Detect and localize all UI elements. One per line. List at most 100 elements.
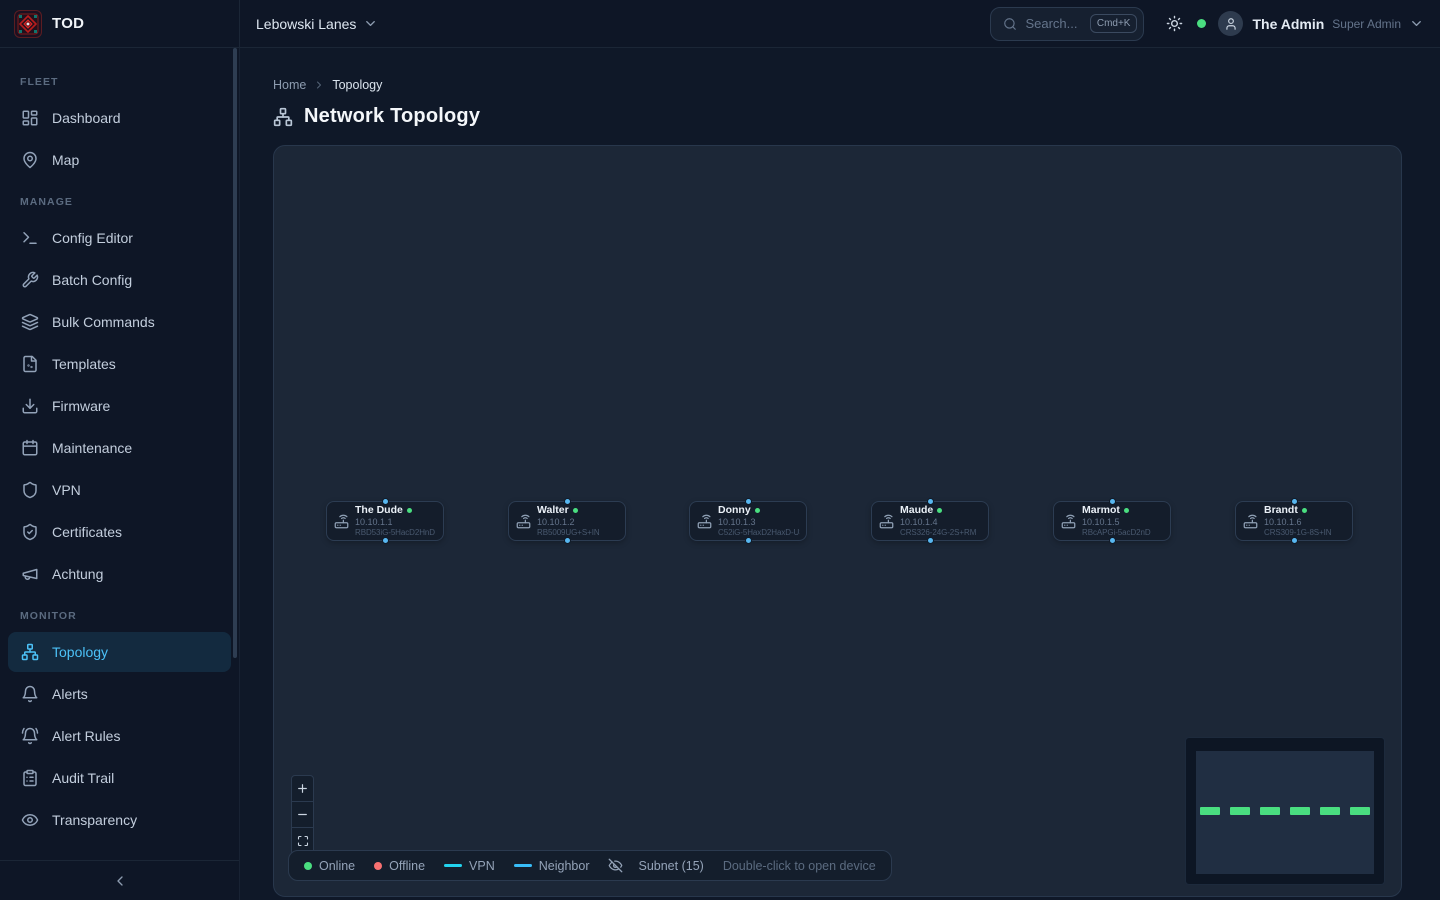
- connection-handle-top[interactable]: [382, 498, 389, 505]
- legend-vpn: VPN: [444, 859, 495, 873]
- sidebar-item-batch-config[interactable]: Batch Config: [8, 260, 231, 300]
- subnet-visibility-toggle[interactable]: [608, 858, 623, 873]
- legend-offline-label: Offline: [389, 859, 425, 873]
- chevron-left-icon: [112, 873, 128, 889]
- minus-icon: [296, 808, 309, 821]
- minimap-node: [1260, 807, 1280, 815]
- search-input[interactable]: [1025, 16, 1081, 31]
- sidebar-item-achtung[interactable]: Achtung: [8, 554, 231, 594]
- connection-handle-top[interactable]: [564, 498, 571, 505]
- sidebar-item-label: Maintenance: [52, 440, 132, 456]
- device-name: Marmot: [1082, 504, 1120, 517]
- org-switcher[interactable]: Lebowski Lanes: [256, 16, 378, 32]
- sidebar-item-topology[interactable]: Topology: [8, 632, 231, 672]
- legend-neighbor: Neighbor: [514, 859, 590, 873]
- topology-canvas[interactable]: The Dude 10.10.1.1 RBD53iG-5HacD2HnD Wal…: [273, 145, 1402, 897]
- device-node-donny[interactable]: Donny 10.10.1.3 C52iG-5HaxD2HaxD-US: [689, 501, 807, 541]
- neighbor-line-swatch: [514, 864, 532, 867]
- sidebar-item-vpn[interactable]: VPN: [8, 470, 231, 510]
- sidebar-item-label: Dashboard: [52, 110, 121, 126]
- sidebar-item-label: Alert Rules: [52, 728, 120, 744]
- connection-handle-bottom[interactable]: [1109, 537, 1116, 544]
- dashboard-icon: [21, 109, 39, 127]
- connection-handle-bottom[interactable]: [1291, 537, 1298, 544]
- connection-handle-top[interactable]: [1109, 498, 1116, 505]
- status-online-dot: [1302, 508, 1307, 513]
- minimap-node: [1230, 807, 1250, 815]
- search-icon: [1003, 17, 1017, 31]
- legend-hint: Double-click to open device: [723, 859, 876, 873]
- sidebar-item-map[interactable]: Map: [8, 140, 231, 180]
- sidebar-item-label: Alerts: [52, 686, 88, 702]
- sidebar-item-bulk-commands[interactable]: Bulk Commands: [8, 302, 231, 342]
- device-ip: 10.10.1.1: [355, 517, 435, 528]
- connection-handle-bottom[interactable]: [927, 537, 934, 544]
- zoom-in-button[interactable]: [292, 776, 313, 802]
- breadcrumb-home-link[interactable]: Home: [273, 78, 306, 92]
- sidebar-item-certificates[interactable]: Certificates: [8, 512, 231, 552]
- plus-icon: [296, 782, 309, 795]
- theme-toggle-button[interactable]: [1162, 11, 1187, 36]
- connection-handle-bottom[interactable]: [382, 537, 389, 544]
- user-menu[interactable]: The Admin Super Admin: [1218, 11, 1440, 36]
- zoom-out-button[interactable]: [292, 802, 313, 828]
- sidebar-item-label: Certificates: [52, 524, 122, 540]
- device-ip: 10.10.1.5: [1082, 517, 1151, 528]
- device-node-marmot[interactable]: Marmot 10.10.1.5 RBcAPGi-5acD2nD: [1053, 501, 1171, 541]
- minimap-node: [1200, 807, 1220, 815]
- sidebar-item-firmware[interactable]: Firmware: [8, 386, 231, 426]
- connection-handle-top[interactable]: [745, 498, 752, 505]
- maximize-icon: [297, 835, 309, 847]
- device-model: CRS326-24G-2S+RM: [900, 528, 976, 538]
- sidebar-item-label: Transparency: [52, 812, 137, 828]
- sidebar-scrollbar[interactable]: [233, 48, 237, 658]
- rug-logo-icon: [14, 10, 42, 38]
- legend-subnet: Subnet (15): [608, 858, 703, 873]
- offline-dot: [374, 862, 382, 870]
- sidebar-item-audit-trail[interactable]: Audit Trail: [8, 758, 231, 798]
- topology-icon: [273, 107, 293, 127]
- device-ip: 10.10.1.6: [1264, 517, 1332, 528]
- user-name: The Admin: [1252, 16, 1324, 32]
- search-box[interactable]: Cmd+K: [990, 7, 1144, 41]
- sidebar-item-alert-rules[interactable]: Alert Rules: [8, 716, 231, 756]
- device-model: CRS309-1G-8S+IN: [1264, 528, 1332, 538]
- sidebar-collapse-button[interactable]: [0, 860, 239, 900]
- device-node-walter[interactable]: Walter 10.10.1.2 RB5009UG+S+IN: [508, 501, 626, 541]
- sidebar-item-alerts[interactable]: Alerts: [8, 674, 231, 714]
- device-node-brandt[interactable]: Brandt 10.10.1.6 CRS309-1G-8S+IN: [1235, 501, 1353, 541]
- canvas-controls: [291, 775, 314, 855]
- connection-handle-top[interactable]: [1291, 498, 1298, 505]
- device-name: Maude: [900, 504, 933, 517]
- connection-handle-bottom[interactable]: [745, 537, 752, 544]
- sidebar-item-config-editor[interactable]: Config Editor: [8, 218, 231, 258]
- sidebar-item-templates[interactable]: Templates: [8, 344, 231, 384]
- eye-icon: [21, 811, 39, 829]
- sidebar-item-maintenance[interactable]: Maintenance: [8, 428, 231, 468]
- device-node-the-dude[interactable]: The Dude 10.10.1.1 RBD53iG-5HacD2HnD: [326, 501, 444, 541]
- megaphone-icon: [21, 565, 39, 583]
- device-node-maude[interactable]: Maude 10.10.1.4 CRS326-24G-2S+RM: [871, 501, 989, 541]
- user-icon: [1224, 17, 1238, 31]
- minimap-nodes: [1196, 807, 1374, 815]
- connection-handle-bottom[interactable]: [564, 537, 571, 544]
- minimap[interactable]: [1186, 738, 1384, 884]
- legend-neighbor-label: Neighbor: [539, 859, 590, 873]
- connection-handle-top[interactable]: [927, 498, 934, 505]
- topbar: TOD Lebowski Lanes Cmd+K The Admin Super…: [0, 0, 1440, 48]
- minimap-node: [1290, 807, 1310, 815]
- legend-subnet-label: Subnet (15): [638, 859, 703, 873]
- bell-ring-icon: [21, 727, 39, 745]
- sidebar-item-label: Topology: [52, 644, 108, 660]
- clipboard-icon: [21, 769, 39, 787]
- sidebar-item-label: Config Editor: [52, 230, 133, 246]
- section-label-monitor: MONITOR: [0, 596, 239, 630]
- router-icon: [1243, 514, 1258, 529]
- sidebar-item-dashboard[interactable]: Dashboard: [8, 98, 231, 138]
- device-name: The Dude: [355, 504, 403, 517]
- shield-icon: [21, 481, 39, 499]
- page-title: Network Topology: [304, 105, 480, 128]
- router-icon: [334, 514, 349, 529]
- sidebar-item-transparency[interactable]: Transparency: [8, 800, 231, 840]
- wrench-icon: [21, 271, 39, 289]
